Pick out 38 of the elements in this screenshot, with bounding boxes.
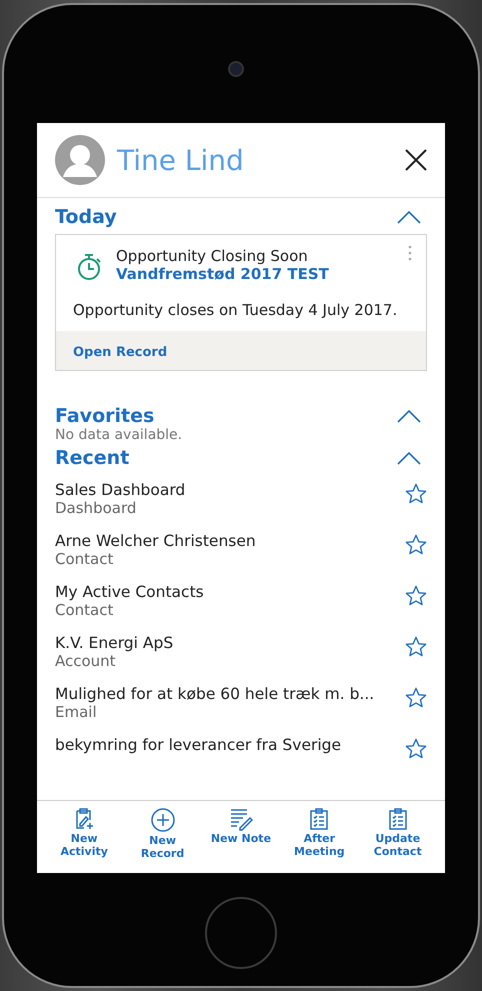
- recent-item-type: Contact: [55, 550, 114, 568]
- star-icon[interactable]: [405, 534, 427, 556]
- recent-item-title[interactable]: bekymring for leverancer fra Sverige: [55, 736, 342, 754]
- plus-circle-icon: [150, 807, 176, 833]
- toolbar-button[interactable]: New Activity: [49, 807, 120, 873]
- recent-item-title[interactable]: Mulighed for at købe 60 hele træk m. b...: [55, 685, 374, 703]
- recent-item-type: Email: [55, 703, 98, 721]
- stopwatch-icon: [76, 253, 102, 281]
- toolbar-button[interactable]: New Note: [206, 807, 276, 873]
- star-icon[interactable]: [405, 687, 427, 709]
- card-message: Opportunity closes on Tuesday 4 July 2017.: [72, 300, 398, 321]
- recent-item-type: Account: [55, 652, 117, 670]
- star-icon[interactable]: [405, 585, 427, 607]
- star-icon[interactable]: [405, 636, 427, 658]
- recent-item-title[interactable]: Sales Dashboard: [55, 481, 186, 499]
- more-icon: [408, 245, 412, 261]
- close-icon: [405, 149, 427, 171]
- record-link[interactable]: Vandfremstød 2017 TEST: [116, 265, 329, 283]
- avatar-icon: [55, 135, 105, 185]
- recent-item-title[interactable]: My Active Contacts: [55, 583, 204, 601]
- toolbar-button[interactable]: After Meeting: [284, 807, 354, 873]
- star-icon[interactable]: [405, 483, 427, 505]
- open-record-link[interactable]: Open Record: [73, 345, 168, 360]
- toolbar-button[interactable]: New Record: [128, 807, 198, 873]
- section-title: Favorites: [55, 405, 154, 427]
- recent-item-type: Dashboard: [55, 499, 138, 517]
- star-icon[interactable]: [405, 738, 427, 760]
- user-name: Tine Lind: [117, 144, 245, 176]
- section-title: Today: [55, 206, 117, 228]
- card-title: Opportunity Closing Soon: [116, 247, 309, 265]
- note-pencil-icon: [228, 807, 253, 831]
- camera-icon: [228, 61, 244, 77]
- toolbar-button[interactable]: Update Contact: [362, 807, 433, 873]
- empty-message: No data available.: [55, 427, 184, 443]
- recent-item-type: Contact: [55, 601, 114, 619]
- recent-item-title[interactable]: K.V. Energi ApS: [55, 634, 174, 652]
- section-title: Recent: [55, 447, 130, 469]
- recent-item-title[interactable]: Arne Welcher Christensen: [55, 532, 256, 550]
